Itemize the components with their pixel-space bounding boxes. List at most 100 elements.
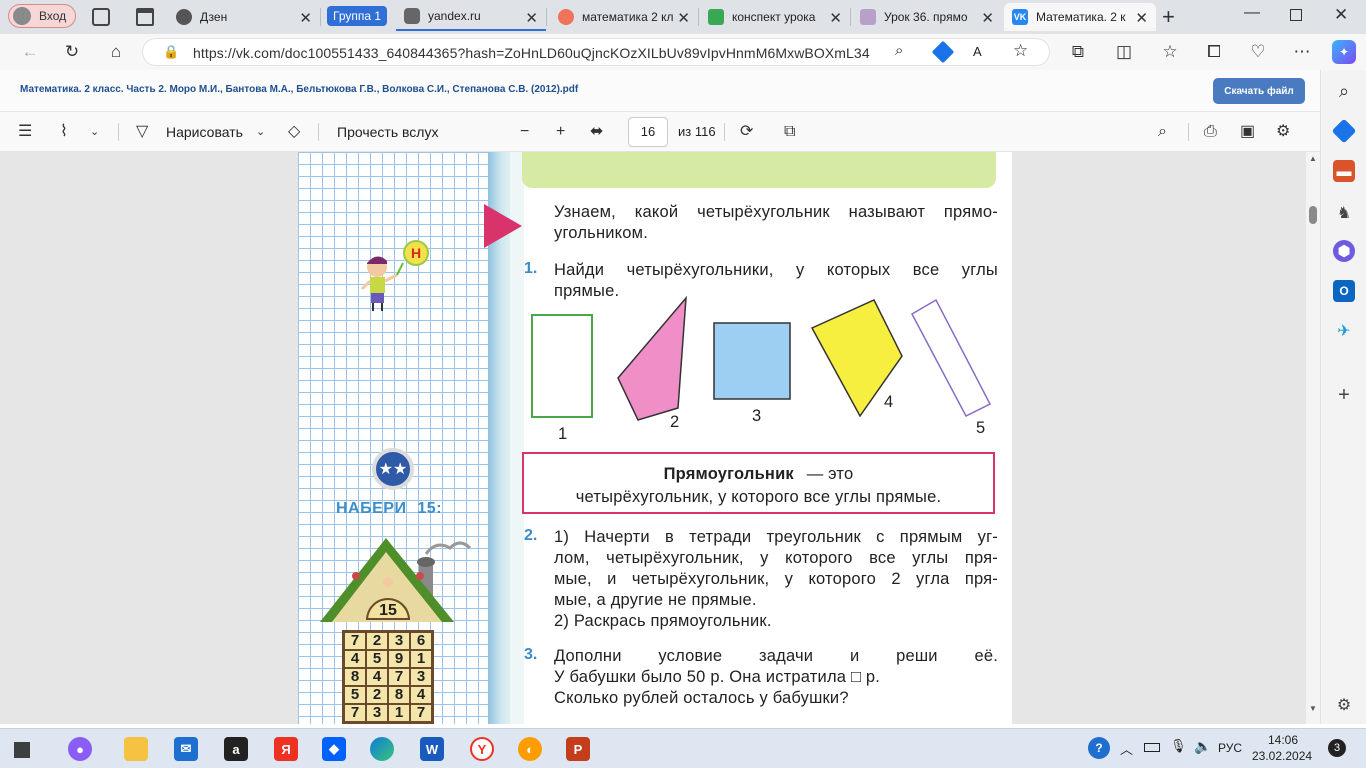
vertical-scrollbar[interactable]: ▲ ▼ [1306, 152, 1320, 724]
tools-icon[interactable]: ▬ [1333, 160, 1355, 182]
notification-badge[interactable]: 3 [1328, 739, 1346, 757]
pdf-viewer[interactable]: Н ★★ НАБЕРИ 15: 15 72364591847352847317 … [0, 152, 1320, 724]
close-icon[interactable]: ✕ [981, 9, 994, 27]
send-icon[interactable]: ✈ [1333, 320, 1355, 342]
page-total: из 116 [678, 124, 716, 139]
zoom-out-icon[interactable]: − [520, 122, 529, 142]
tab-konspekt[interactable]: конспект урока ✕ [700, 3, 850, 31]
outlook-icon[interactable]: O [1333, 280, 1355, 302]
refresh-icon[interactable]: ↻ [60, 40, 84, 64]
volume-icon[interactable]: 🔈 [1194, 738, 1211, 755]
house-grid-cell: 4 [366, 668, 388, 686]
yandex-icon[interactable]: Я [274, 737, 298, 761]
zoom-in-icon[interactable]: + [556, 122, 565, 142]
battery-icon[interactable] [1144, 743, 1160, 752]
read-aloud-button[interactable]: Прочесть вслух [337, 124, 438, 140]
rotate-icon[interactable]: ⟳ [740, 122, 753, 142]
clock-date[interactable]: 23.02.2024 [1252, 749, 1312, 763]
extensions-icon[interactable]: ⧉ [1066, 40, 1090, 64]
page-number-input[interactable]: 16 [628, 117, 668, 147]
minimize-button[interactable]: — [1244, 4, 1260, 22]
house-grid-row: 4591 [344, 650, 432, 668]
shopping-icon[interactable] [1331, 118, 1357, 144]
powerpoint-icon[interactable]: P [566, 737, 590, 761]
collections-icon[interactable]: ⧠ [1202, 40, 1226, 64]
close-icon[interactable]: ✕ [525, 9, 538, 27]
fit-width-icon[interactable]: ⬌ [590, 122, 603, 142]
settings-gear-icon[interactable]: ⚙ [1333, 694, 1355, 716]
close-icon[interactable]: ✕ [1135, 9, 1148, 27]
settings-gear-icon[interactable]: ⚙ [1276, 122, 1290, 142]
square-shape-3 [713, 322, 791, 400]
help-icon[interactable]: ? [1088, 737, 1110, 759]
favorite-star-icon[interactable]: ☆ [1013, 41, 1028, 61]
profile-button[interactable]: Вход [8, 4, 76, 28]
draw-button[interactable]: Нарисовать [166, 124, 243, 140]
word-icon[interactable]: W [420, 737, 444, 761]
games-icon[interactable]: ♞ [1333, 202, 1355, 224]
page-view-icon[interactable]: ⧉ [784, 122, 795, 142]
windows-start-icon[interactable] [14, 742, 30, 758]
task-text-line: 1) Начерти в тетради треугольник с прямы… [554, 528, 998, 546]
tab-dzen[interactable]: Дзен ✕ [168, 3, 320, 31]
copilot-icon[interactable]: ✦ [1332, 40, 1356, 64]
close-icon[interactable]: ✕ [677, 9, 690, 27]
amazon-icon[interactable]: a [224, 737, 248, 761]
scroll-down-arrow-icon[interactable]: ▼ [1309, 704, 1317, 713]
zoom-icon[interactable]: ⌕ [895, 42, 903, 59]
browser-icon[interactable]: ◐ [518, 737, 542, 761]
tab-divider [698, 8, 699, 26]
scroll-thumb[interactable] [1309, 206, 1317, 224]
url-text[interactable]: https://vk.com/doc100551433_640844365?ha… [193, 45, 870, 61]
folder-icon[interactable] [124, 737, 148, 761]
new-tab-button[interactable]: + [1162, 4, 1175, 30]
home-icon[interactable]: ⌂ [104, 40, 128, 64]
language-indicator[interactable]: РУС [1218, 741, 1242, 755]
alice-icon[interactable]: ● [68, 737, 92, 761]
highlight-icon[interactable]: ⌇ [60, 122, 68, 142]
back-arrow-icon[interactable]: ← [18, 40, 42, 64]
search-icon[interactable]: ⌕ [1158, 122, 1167, 142]
eraser-icon[interactable]: ◇ [288, 122, 300, 142]
dropbox-icon[interactable]: ◆ [322, 737, 346, 761]
naberi-label: НАБЕРИ [336, 500, 407, 517]
contents-icon[interactable]: ☰ [18, 122, 32, 142]
microphone-icon[interactable]: 🎙 [1170, 738, 1187, 754]
yandex-browser-icon[interactable]: Y [470, 737, 494, 761]
read-aloud-icon[interactable]: A [973, 44, 982, 59]
close-window-button[interactable]: ✕ [1334, 5, 1348, 25]
save-icon[interactable]: ▣ [1240, 122, 1255, 142]
close-icon[interactable]: ✕ [299, 9, 312, 27]
search-icon[interactable]: ⌕ [1333, 80, 1355, 102]
shopping-tag-icon[interactable] [931, 40, 955, 64]
chevron-down-icon[interactable]: ⌄ [90, 122, 99, 142]
close-icon[interactable]: ✕ [829, 9, 842, 27]
tab-actions-icon[interactable] [136, 8, 154, 26]
tab-yandex[interactable]: yandex.ru ✕ [396, 3, 546, 31]
edge-icon[interactable] [370, 737, 394, 761]
favorites-icon[interactable]: ☆ [1158, 40, 1182, 64]
print-icon[interactable]: ⎙ [1204, 122, 1217, 142]
chevron-up-icon[interactable]: ︿ [1120, 739, 1133, 758]
chevron-down-icon[interactable]: ⌄ [256, 122, 265, 142]
house-grid-cell: 2 [366, 632, 388, 650]
tab-urok[interactable]: Урок 36. прямо ✕ [852, 3, 1002, 31]
house-grid-cell: 1 [388, 704, 410, 722]
tab-group-label[interactable]: Группа 1 [327, 6, 388, 26]
workspaces-icon[interactable] [92, 8, 110, 26]
more-menu-icon[interactable]: ⋯ [1290, 40, 1314, 64]
add-icon[interactable]: + [1333, 384, 1355, 406]
lock-icon[interactable]: 🔒 [163, 44, 179, 60]
draw-icon[interactable]: ▽ [136, 122, 148, 142]
mail-icon[interactable]: ✉ [174, 737, 198, 761]
split-screen-icon[interactable]: ◫ [1112, 40, 1136, 64]
clock-time[interactable]: 14:06 [1268, 733, 1298, 747]
microsoft-365-icon[interactable]: ⬢ [1333, 240, 1355, 262]
health-icon[interactable]: ♡ [1246, 40, 1270, 64]
restore-button[interactable] [1290, 9, 1302, 21]
tab-matematika[interactable]: математика 2 кл ✕ [550, 3, 698, 31]
download-button[interactable]: Скачать файл [1213, 78, 1305, 104]
tab-active-pdf[interactable]: VK Математика. 2 к ✕ [1004, 3, 1156, 31]
scroll-up-arrow-icon[interactable]: ▲ [1309, 154, 1317, 163]
address-bar[interactable]: 🔒 https://vk.com/doc100551433_640844365?… [142, 38, 1050, 66]
